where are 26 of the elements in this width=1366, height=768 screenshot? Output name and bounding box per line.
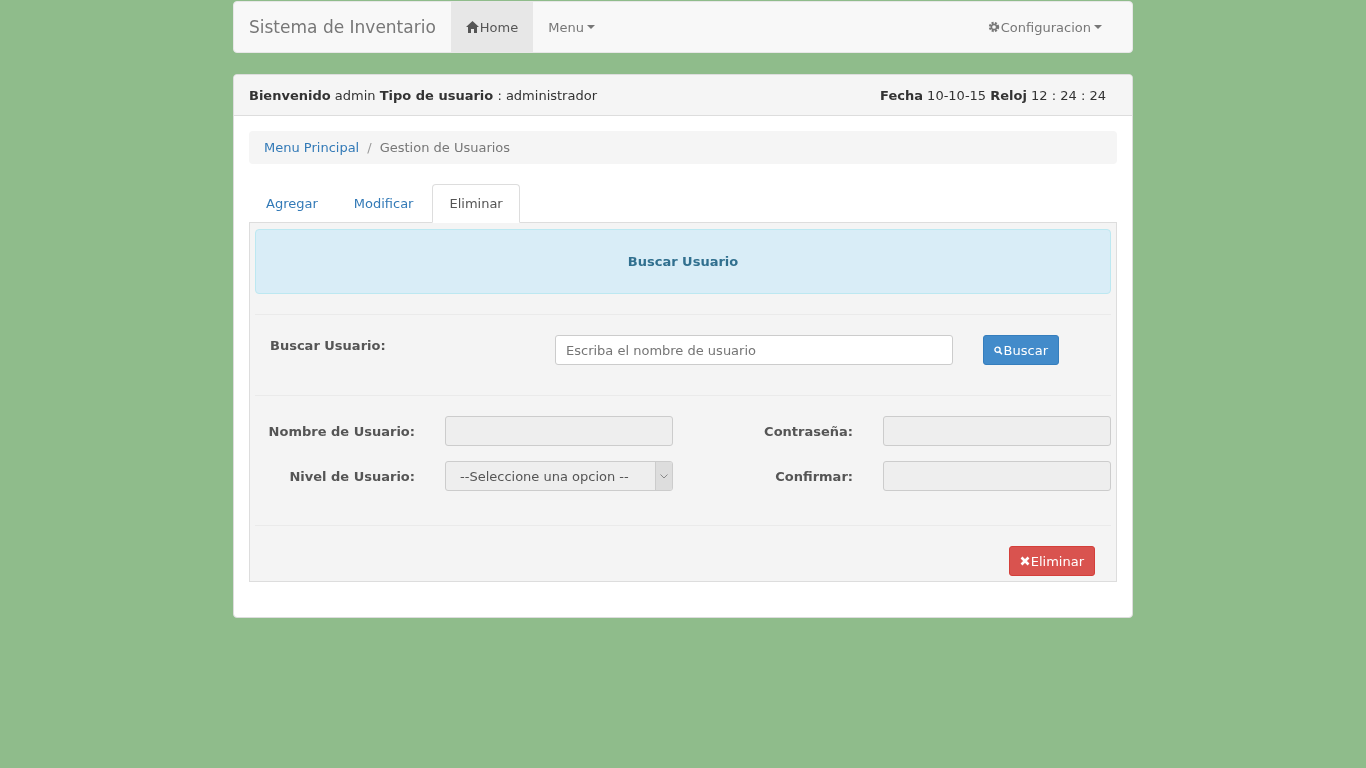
field-label: Nombre de Usuario: bbox=[267, 423, 415, 439]
tab[interactable]: Agregar bbox=[249, 184, 335, 223]
welcome-text: Bienvenido admin Tipo de usuario : administrador bbox=[249, 87, 597, 103]
brand-title[interactable]: Sistema de Inventario bbox=[234, 2, 451, 52]
breadcrumb-current: Gestion de Usuarios bbox=[379, 140, 511, 155]
chevron-icon bbox=[660, 473, 668, 479]
alert-title: Buscar Usuario bbox=[627, 254, 739, 269]
close-icon bbox=[1019, 556, 1030, 566]
search-field[interactable]: Escriba el nombre de usuario bbox=[555, 335, 953, 365]
breadcrumb-separator: / bbox=[367, 140, 372, 155]
nav-item[interactable]: Configuracion bbox=[972, 2, 1117, 52]
search-icon bbox=[994, 344, 1003, 356]
search-label: Buscar Usuario: bbox=[269, 337, 387, 353]
breadcrumb-link[interactable]: Menu Principal bbox=[264, 140, 360, 155]
nav-item[interactable]: Menu bbox=[533, 2, 610, 52]
tab[interactable]: Eliminar bbox=[432, 184, 520, 223]
field-label: Confirmar: bbox=[774, 468, 853, 484]
search-button[interactable]: Buscar bbox=[983, 335, 1059, 365]
home-icon bbox=[465, 21, 479, 33]
delete-button[interactable]: Eliminar bbox=[1008, 546, 1095, 576]
nav-item[interactable]: Home bbox=[450, 2, 534, 52]
tab[interactable]: Modificar bbox=[336, 184, 431, 223]
gear-icon bbox=[987, 21, 1000, 33]
field-label: Nivel de Usuario: bbox=[288, 468, 415, 484]
date-clock-text: Fecha 10-10-15 Reloj 12 : 24 : 24 bbox=[880, 87, 1106, 103]
field-label: Contraseña: bbox=[763, 423, 853, 439]
